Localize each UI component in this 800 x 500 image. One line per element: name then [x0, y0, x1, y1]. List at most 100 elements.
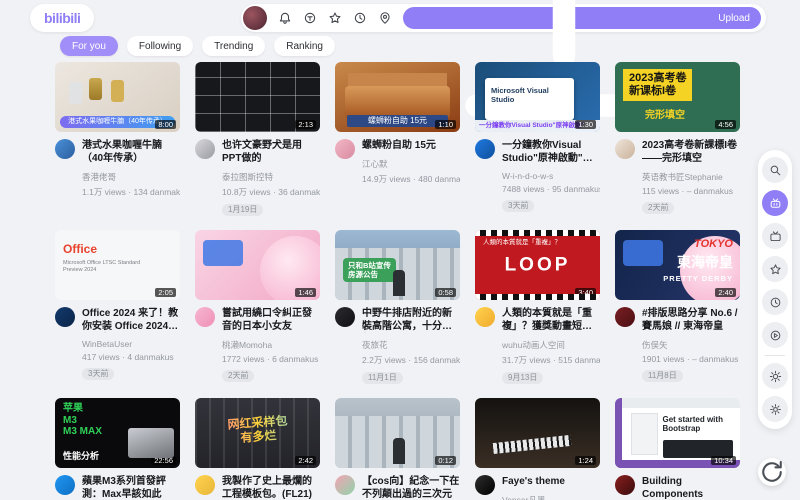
- video-title[interactable]: 蘋果M3系列首發評測：Max早該如此: [82, 475, 180, 500]
- video-thumbnail[interactable]: 只和B站宣传 房源公告0:58: [335, 230, 460, 300]
- pin-icon[interactable]: [378, 11, 392, 25]
- uploader-name[interactable]: 泰拉图斯控特: [222, 171, 320, 183]
- thumbnail-text: [615, 398, 622, 468]
- bell-icon[interactable]: [278, 11, 292, 25]
- video-thumbnail[interactable]: 2:13: [195, 62, 320, 132]
- thumbnail-text: 2023高考卷 新课标I卷: [623, 69, 692, 101]
- uploader-avatar[interactable]: [475, 307, 495, 327]
- video-title[interactable]: Building Components: [642, 475, 740, 500]
- video-card[interactable]: Microsoft Visual Studio一分鐘教你Visual Studi…: [475, 62, 600, 217]
- video-title[interactable]: 港式水果咖喱牛腩（40年传承）: [82, 139, 180, 165]
- star-toolbar-button[interactable]: [762, 256, 788, 282]
- uploader-name[interactable]: 伤俣矢: [642, 339, 740, 351]
- upload-button[interactable]: Upload: [403, 7, 761, 29]
- video-title[interactable]: 中野牛排店附近的新裝高階公寓，十分溫馨甚至九分乾淨: [362, 307, 460, 333]
- video-card[interactable]: 2:13也许文豪野犬是用PPT做的泰拉图斯控特10.8万 views · 36 …: [195, 62, 320, 217]
- video-thumbnail[interactable]: OfficeMicrosoft Office LTSC Standard Pre…: [55, 230, 180, 300]
- uploader-avatar[interactable]: [475, 475, 495, 495]
- upload-label: Upload: [718, 13, 750, 24]
- video-meta: 417 views · 4 danmakus: [82, 352, 180, 362]
- uploader-name[interactable]: WinBetaUser: [82, 339, 180, 349]
- uploader-avatar[interactable]: [335, 307, 355, 327]
- video-card[interactable]: 人類的本質就是「重複」？LOOP3:40 人類的本質就是「重複」？獲獎動畫短片《L…: [475, 230, 600, 385]
- video-thumbnail[interactable]: 2023高考卷 新课标I卷完形填空4:56: [615, 62, 740, 132]
- refresh-button[interactable]: [758, 458, 786, 486]
- clock-toolbar-button[interactable]: [762, 289, 788, 315]
- thumbnail-text: LOOP: [505, 255, 571, 278]
- video-title[interactable]: 嘗試用繞口令糾正發音的日本小女友: [222, 307, 320, 333]
- video-card[interactable]: OfficeMicrosoft Office LTSC Standard Pre…: [55, 230, 180, 385]
- uploader-avatar[interactable]: [335, 139, 355, 159]
- uploader-name[interactable]: Venser凡墨: [502, 494, 600, 500]
- uploader-name[interactable]: 香港佬哥: [82, 171, 180, 183]
- bilibili-toolbar-button[interactable]: [762, 190, 788, 216]
- coin-icon[interactable]: [303, 11, 317, 25]
- uploader-avatar[interactable]: [195, 307, 215, 327]
- uploader-avatar[interactable]: [195, 475, 215, 495]
- bilibili-logo[interactable]: bilibili: [30, 4, 94, 32]
- tv-toolbar-button[interactable]: [762, 223, 788, 249]
- video-card[interactable]: 2023高考卷 新课标I卷完形填空4:56 2023高考卷新課標I卷——完形填空英…: [615, 62, 740, 217]
- video-title[interactable]: 螺蛳粉自助 15元: [362, 139, 460, 152]
- video-card[interactable]: 螺蛳粉自助 15元1:10螺蛳粉自助 15元江心默14.9万 views · 4…: [335, 62, 460, 217]
- tab-ranking[interactable]: Ranking: [274, 36, 335, 56]
- uploader-avatar[interactable]: [55, 307, 75, 327]
- sun-toolbar-button[interactable]: [762, 363, 788, 389]
- tab-for-you[interactable]: For you: [60, 36, 118, 56]
- video-card[interactable]: 只和B站宣传 房源公告0:58 中野牛排店附近的新裝高階公寓，十分溫馨甚至九分乾淨…: [335, 230, 460, 385]
- video-card[interactable]: TOKYO東海帝皇PRETTY DERBY2:40 #排版思路分享 No.6 / …: [615, 230, 740, 385]
- video-thumbnail[interactable]: 苹果 M3 M3 MAX性能分析22:56: [55, 398, 180, 468]
- uploader-avatar[interactable]: [335, 475, 355, 495]
- video-thumbnail[interactable]: 人類的本質就是「重複」？LOOP3:40: [475, 230, 600, 300]
- uploader-avatar[interactable]: [615, 139, 635, 159]
- uploader-name[interactable]: W-i-n-d-o-w-s: [502, 171, 600, 181]
- uploader-avatar[interactable]: [615, 475, 635, 495]
- search-toolbar-button[interactable]: [762, 157, 788, 183]
- video-thumbnail[interactable]: 1:24: [475, 398, 600, 468]
- uploader-name[interactable]: 夜旅花: [362, 339, 460, 351]
- uploader-avatar[interactable]: [475, 139, 495, 159]
- uploader-avatar[interactable]: [55, 139, 75, 159]
- video-title[interactable]: 我製作了史上最爛的工程模板包。(FL21): [222, 475, 320, 500]
- uploader-name[interactable]: wuhu动画人空间: [502, 339, 600, 351]
- video-title[interactable]: #排版思路分享 No.6 / 賽馬娘 // 東海帝皇: [642, 307, 740, 333]
- video-title[interactable]: 2023高考卷新課標I卷——完形填空: [642, 139, 740, 165]
- video-title[interactable]: Office 2024 来了！教你安装 Office 2024 预览版！: [82, 307, 180, 333]
- video-title[interactable]: 一分鐘教你Visual Studio"原神啟動"！（還用於Blend）: [502, 139, 600, 165]
- uploader-name[interactable]: 英语教书匠Stephanie: [642, 171, 740, 183]
- video-title[interactable]: 【cos向】紀念一下在不列顛出過的三次元: [362, 475, 460, 500]
- uploader-name[interactable]: 江心默: [362, 158, 460, 170]
- tab-following[interactable]: Following: [127, 36, 193, 56]
- video-title[interactable]: 也许文豪野犬是用PPT做的: [222, 139, 320, 165]
- video-card[interactable]: 港式水果咖喱牛腩（40年传承）8:00港式水果咖喱牛腩（40年传承）香港佬哥1.…: [55, 62, 180, 217]
- video-card[interactable]: 0:12【cos向】紀念一下在不列顛出過的三次元上智日语圣诞君6.2万 view…: [335, 398, 460, 500]
- video-card[interactable]: 网红采样包 有多烂2:42我製作了史上最爛的工程模板包。(FL21)icewat…: [195, 398, 320, 500]
- star-icon[interactable]: [328, 11, 342, 25]
- video-thumbnail[interactable]: Microsoft Visual Studio一分鐘教你Visual Studi…: [475, 62, 600, 132]
- date-badge: 11月8日: [642, 370, 683, 382]
- uploader-avatar[interactable]: [615, 307, 635, 327]
- video-thumbnail[interactable]: 港式水果咖喱牛腩（40年传承）8:00: [55, 62, 180, 132]
- video-thumbnail[interactable]: 0:12: [335, 398, 460, 468]
- video-thumbnail[interactable]: TOKYO東海帝皇PRETTY DERBY2:40: [615, 230, 740, 300]
- uploader-name[interactable]: 桃濑Momoha: [222, 339, 320, 351]
- video-thumbnail[interactable]: Get started with Bootstrap10:34: [615, 398, 740, 468]
- duration-badge: 2:40: [715, 288, 736, 298]
- video-card[interactable]: 苹果 M3 M3 MAX性能分析22:56蘋果M3系列首發評測：Max早該如此极…: [55, 398, 180, 500]
- gear-toolbar-button[interactable]: [762, 396, 788, 422]
- video-thumbnail[interactable]: 螺蛳粉自助 15元1:10: [335, 62, 460, 132]
- video-card[interactable]: 1:24Faye's themeVenser凡墨777 views · – da…: [475, 398, 600, 500]
- uploader-avatar[interactable]: [195, 139, 215, 159]
- clock-icon[interactable]: [353, 11, 367, 25]
- duration-badge: 1:46: [295, 288, 316, 298]
- user-avatar[interactable]: [243, 6, 267, 30]
- video-card[interactable]: Get started with Bootstrap10:34 Building …: [615, 398, 740, 500]
- uploader-avatar[interactable]: [55, 475, 75, 495]
- video-thumbnail[interactable]: 网红采样包 有多烂2:42: [195, 398, 320, 468]
- video-card[interactable]: 1:46嘗試用繞口令糾正發音的日本小女友桃濑Momoha1772 views ·…: [195, 230, 320, 385]
- video-title[interactable]: 人類的本質就是「重複」？獲獎動畫短片《LOOP》: [502, 307, 600, 333]
- video-title[interactable]: Faye's theme: [502, 475, 600, 488]
- video-thumbnail[interactable]: 1:46: [195, 230, 320, 300]
- play-toolbar-button[interactable]: [762, 322, 788, 348]
- tab-trending[interactable]: Trending: [202, 36, 265, 56]
